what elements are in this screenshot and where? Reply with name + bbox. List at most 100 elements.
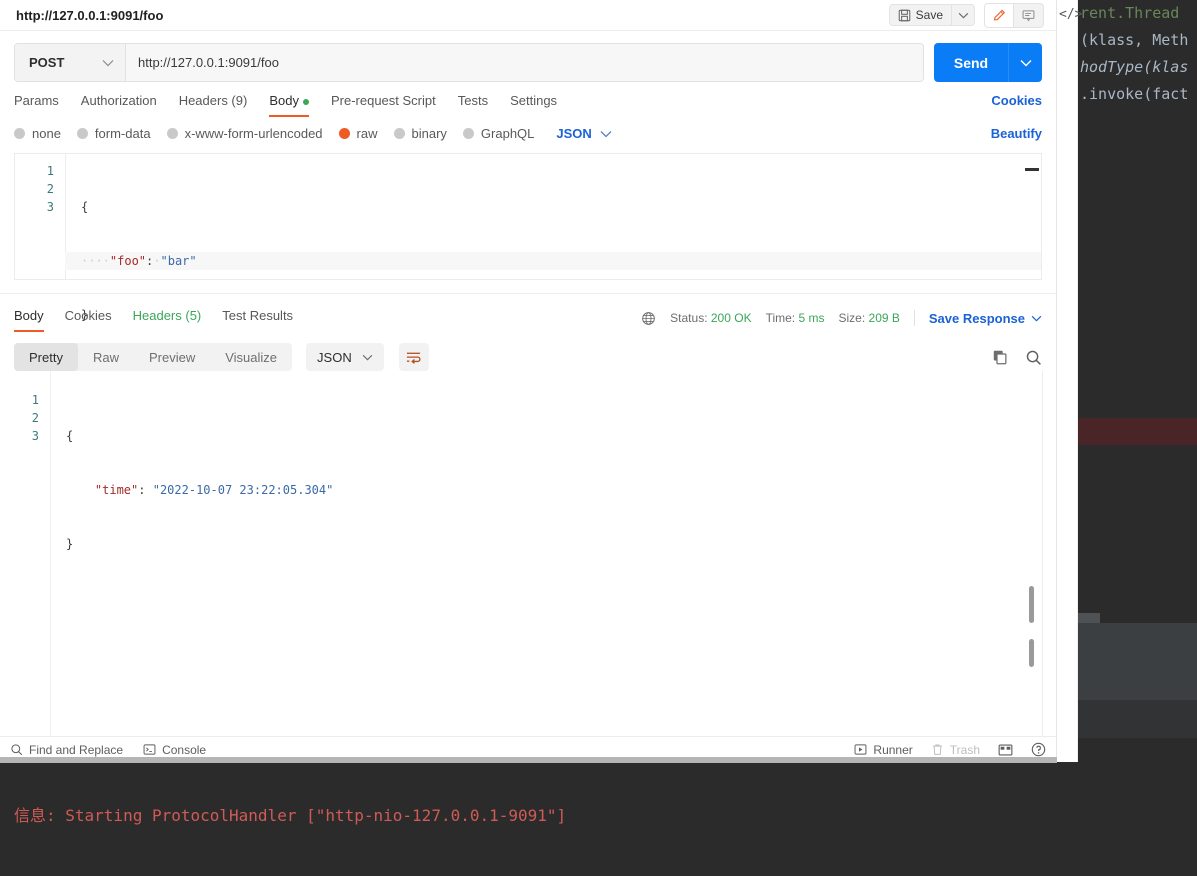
response-tab-headers[interactable]: Headers (5)	[133, 308, 202, 332]
ide-side-gutter: </>	[1057, 0, 1082, 762]
line-number: 2	[31, 411, 39, 425]
ide-bottom-panel-inner	[1078, 700, 1197, 738]
tab-pre-request-script[interactable]: Pre-request Script	[331, 93, 436, 117]
meta-divider	[913, 310, 915, 326]
console-button[interactable]: Console	[143, 743, 206, 757]
request-title: http://127.0.0.1:9091/foo	[16, 7, 164, 23]
edit-request-button[interactable]	[984, 2, 1014, 28]
body-type-raw[interactable]: raw	[338, 126, 378, 141]
view-mode-preview[interactable]: Preview	[134, 343, 210, 371]
tab-authorization[interactable]: Authorization	[81, 93, 157, 117]
find-and-replace-label: Find and Replace	[29, 742, 124, 757]
space-dot: ·	[153, 254, 161, 268]
response-format-value: JSON	[317, 349, 352, 365]
terminal-output[interactable]: 信息: Starting ProtocolHandler ["http-nio-…	[0, 762, 1197, 876]
body-type-binary[interactable]: binary	[393, 126, 447, 141]
body-type-graphql[interactable]: GraphQL	[462, 126, 534, 141]
response-scrollbar-thumb[interactable]	[1029, 586, 1034, 623]
trash-label: Trash	[949, 742, 980, 757]
chevron-down-icon	[362, 354, 373, 361]
http-method-select[interactable]: POST	[15, 44, 126, 81]
response-view-toolbar: Pretty Raw Preview Visualize JSON	[0, 332, 1056, 371]
terminal-resize-grip[interactable]	[0, 757, 1057, 763]
tab-headers-label: Headers (9)	[178, 93, 248, 108]
response-body-viewer[interactable]: 1 2 3 { "time": "2022-10-07 23:22:05.304…	[0, 371, 1056, 736]
find-and-replace-button[interactable]: Find and Replace	[10, 743, 123, 757]
floppy-disk-icon	[898, 9, 911, 22]
tab-body-label: Body	[269, 93, 299, 108]
send-button[interactable]: Send	[934, 43, 1008, 82]
response-body-code: { "time": "2022-10-07 23:22:05.304" }	[50, 383, 1056, 736]
word-wrap-button[interactable]	[398, 343, 429, 371]
response-line-numbers: 1 2 3	[0, 383, 50, 736]
radio-dot	[166, 128, 178, 139]
ide-code-line: hodType(klas	[1080, 58, 1189, 76]
json-open-brace: {	[66, 429, 74, 443]
tab-authorization-label: Authorization	[80, 93, 157, 108]
tab-settings[interactable]: Settings	[510, 93, 557, 117]
send-button-group[interactable]: Send	[934, 43, 1042, 82]
request-body-code[interactable]: { ····"foo":·"bar" }	[65, 154, 1041, 322]
radio-dot	[76, 128, 88, 139]
copy-icon[interactable]	[992, 349, 1008, 365]
json-key: "foo"	[109, 254, 147, 268]
save-button-group[interactable]: Save	[888, 4, 975, 26]
response-scrollbar-thumb-secondary[interactable]	[1029, 639, 1034, 667]
response-tab-body[interactable]: Body	[14, 308, 44, 332]
request-body-editor[interactable]: 1 2 3 { ····"foo":·"bar" }	[14, 153, 1042, 322]
body-type-urlencoded-label: x-www-form-urlencoded	[184, 126, 323, 141]
status-value: 200 OK	[710, 311, 752, 325]
code-line: }	[50, 535, 1056, 553]
help-icon[interactable]	[1031, 742, 1046, 757]
trash-button[interactable]: Trash	[931, 743, 980, 757]
response-tab-cookies-label: Cookies	[64, 308, 112, 323]
indent-dots: ····	[81, 254, 110, 268]
response-tab-test-results[interactable]: Test Results	[222, 308, 293, 332]
body-type-urlencoded[interactable]: x-www-form-urlencoded	[166, 126, 323, 141]
body-type-binary-label: binary	[411, 126, 447, 141]
response-format-select[interactable]: JSON	[306, 343, 384, 371]
send-options-caret[interactable]	[1008, 43, 1042, 82]
size-value: 209 B	[868, 311, 900, 325]
tab-tests[interactable]: Tests	[458, 93, 488, 117]
save-button[interactable]: Save	[890, 5, 952, 25]
code-brackets-icon[interactable]: </>	[1059, 7, 1082, 22]
save-options-caret[interactable]	[952, 5, 974, 25]
view-mode-pretty[interactable]: Pretty	[14, 343, 78, 371]
tab-params[interactable]: Params	[14, 93, 59, 117]
view-mode-raw[interactable]: Raw	[78, 343, 134, 371]
globe-icon	[641, 311, 656, 326]
request-editor-scroll-indicator[interactable]	[1025, 168, 1039, 171]
response-tab-cookies[interactable]: Cookies	[65, 308, 112, 332]
body-type-none[interactable]: none	[14, 126, 61, 141]
body-type-form-data[interactable]: form-data	[76, 126, 151, 141]
view-mode-visualize[interactable]: Visualize	[210, 343, 292, 371]
comments-button[interactable]	[1014, 2, 1044, 28]
search-icon[interactable]	[1025, 349, 1042, 366]
line-number: 2	[46, 182, 54, 196]
postman-window: http://127.0.0.1:9091/foo Save POST http…	[0, 0, 1057, 762]
ide-code-line: rent.Thread	[1080, 4, 1180, 22]
body-type-row: none form-data x-www-form-urlencoded raw…	[0, 117, 1056, 141]
json-key: "time"	[94, 483, 139, 497]
ide-code-editor[interactable]: rent.Thread (klass, Meth hodType(klas .invo…	[1078, 0, 1197, 418]
ide-selection-chip	[1078, 613, 1100, 623]
runner-button[interactable]: Runner	[854, 743, 913, 757]
beautify-link[interactable]: Beautify	[991, 126, 1042, 141]
json-open-brace: {	[81, 200, 89, 214]
response-tabs: Body Cookies Headers (5) Test Results St…	[0, 293, 1056, 332]
size-group: Size: 209 B	[839, 311, 900, 325]
tab-body[interactable]: Body	[269, 93, 309, 117]
url-input[interactable]: http://127.0.0.1:9091/foo	[126, 44, 923, 81]
view-toggle-group[interactable]	[984, 2, 1044, 28]
json-value: "bar"	[160, 254, 197, 268]
search-icon	[10, 743, 23, 756]
console-icon	[143, 743, 156, 756]
body-format-select[interactable]: JSON	[556, 126, 612, 141]
two-pane-layout-icon[interactable]	[998, 743, 1013, 757]
cookies-link[interactable]: Cookies	[991, 93, 1042, 108]
tab-headers[interactable]: Headers (9)	[179, 93, 248, 117]
radio-dot	[14, 128, 25, 139]
request-line-numbers: 1 2 3	[15, 154, 65, 279]
save-response-button[interactable]: Save Response	[929, 311, 1042, 326]
